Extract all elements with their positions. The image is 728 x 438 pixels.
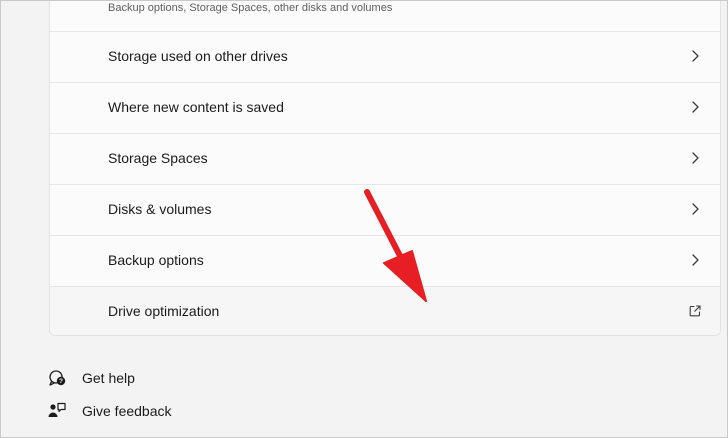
advanced-storage-settings-card: Backup options, Storage Spaces, other di… [49, 1, 721, 336]
help-chat-icon: ? [49, 370, 66, 386]
where-new-content-is-saved-row[interactable]: Where new content is saved [50, 82, 720, 133]
row-label: Backup options [108, 252, 204, 268]
row-label: Drive optimization [108, 303, 220, 319]
chevron-right-icon [692, 152, 699, 164]
feedback-icon [48, 402, 66, 417]
row-label: Storage Spaces [108, 150, 208, 166]
backup-options-row[interactable]: Backup options [50, 235, 720, 286]
external-link-icon [689, 305, 701, 317]
chevron-right-icon [692, 50, 699, 62]
get-help-label: Get help [82, 370, 135, 386]
settings-window: Backup options, Storage Spaces, other di… [0, 0, 728, 438]
drive-optimization-row[interactable]: Drive optimization [50, 286, 720, 335]
chevron-right-icon [692, 254, 699, 266]
storage-spaces-row[interactable]: Storage Spaces [50, 133, 720, 184]
chevron-right-icon [692, 203, 699, 215]
row-label: Where new content is saved [108, 99, 284, 115]
give-feedback-link[interactable]: Give feedback [47, 400, 247, 424]
svg-text:?: ? [59, 378, 63, 385]
get-help-link[interactable]: ? Get help [47, 367, 247, 391]
storage-used-on-other-drives-row[interactable]: Storage used on other drives [50, 31, 720, 82]
card-subtitle: Backup options, Storage Spaces, other di… [108, 2, 393, 14]
disks-and-volumes-row[interactable]: Disks & volumes [50, 184, 720, 235]
give-feedback-label: Give feedback [82, 403, 172, 419]
row-label: Disks & volumes [108, 201, 212, 217]
row-label: Storage used on other drives [108, 48, 288, 64]
chevron-right-icon [692, 101, 699, 113]
